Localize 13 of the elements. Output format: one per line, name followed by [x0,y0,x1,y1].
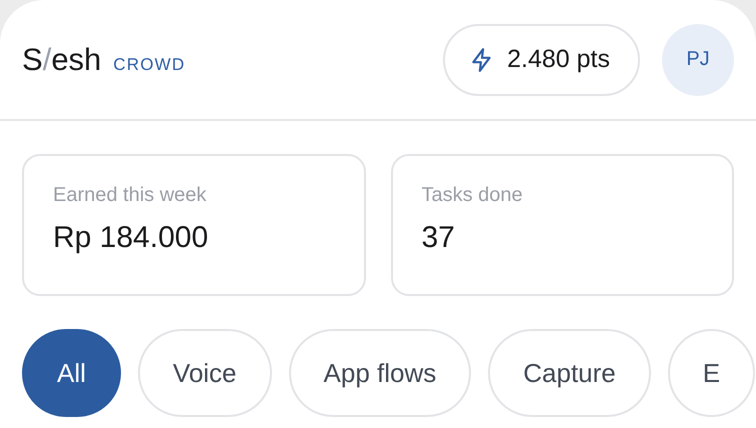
stat-value: Rp 184.000 [53,221,210,255]
logo: S/esh [22,42,102,78]
filter-chip[interactable]: Voice [138,329,272,417]
points-button[interactable]: 2.480 pts [443,24,640,96]
brand-tag: CROWD [113,54,186,74]
filter-chip[interactable]: Capture [488,329,651,417]
stat-label: Earned this week [53,184,208,207]
filter-chip[interactable]: All [22,329,121,417]
filter-chip[interactable]: App flows [288,329,472,417]
filter-chip[interactable]: E [668,329,756,417]
stat-value: 37 [422,221,456,255]
stat-label: Tasks done [422,184,524,207]
avatar[interactable]: PJ [662,24,734,96]
